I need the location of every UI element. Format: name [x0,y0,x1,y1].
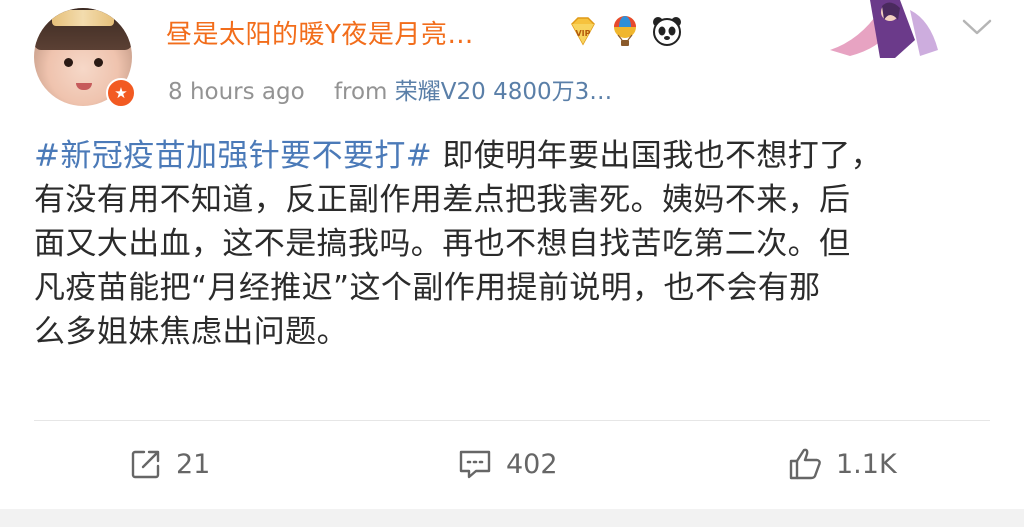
avatar[interactable]: ★ [34,8,136,108]
like-count: 1.1K [836,448,897,480]
chevron-down-icon[interactable] [960,14,994,40]
divider [34,420,990,421]
repost-icon [131,450,160,479]
comment-icon [459,450,491,479]
content-line-5: 么多姐妹焦虑出问题。 [34,314,348,350]
hot-air-balloon-icon[interactable] [608,14,642,48]
thumbs-up-icon [789,448,821,480]
user-badges: VIP [566,14,684,48]
repost-button[interactable]: 21 [128,440,210,488]
action-bar: 21 402 1.1K [0,440,1024,490]
post-source[interactable]: 荣耀V20 4800万3… [395,79,612,105]
content-line-1: 即使明年要出国我也不想打了， [432,138,883,174]
weibo-post: ★ 昼是太阳的暖Y夜是月亮… VIP 8 hours ago from 荣耀V2… [0,0,1024,500]
content-line-2: 有没有用不知道，反正副作用差点把我害死。姨妈不来，后 [34,182,851,218]
from-label: from [333,79,388,105]
star-badge-icon: ★ [106,78,136,108]
topic-hashtag[interactable]: #新冠疫苗加强针要不要打# [34,138,432,174]
comment-button[interactable]: 402 [456,440,558,488]
decorative-card-image [830,0,938,58]
like-button[interactable]: 1.1K [786,440,897,488]
bottom-separator [0,509,1024,527]
post-content: #新冠疫苗加强针要不要打# 即使明年要出国我也不想打了， 有没有用不知道，反正副… [34,134,994,354]
vip-label: VIP [575,29,590,38]
post-time: 8 hours ago [168,79,305,105]
post-meta: 8 hours ago from 荣耀V20 4800万3… [168,72,612,106]
repost-count: 21 [176,448,211,480]
vip-diamond-icon[interactable]: VIP [566,14,600,48]
content-line-3: 面又大出血，这不是搞我吗。再也不想自找苦吃第二次。但 [34,226,851,262]
content-line-4: 凡疫苗能把“月经推迟”这个副作用提前说明，也不会有那 [34,270,821,306]
comment-count: 402 [506,448,558,480]
panda-icon[interactable] [650,14,684,48]
username[interactable]: 昼是太阳的暖Y夜是月亮… [166,14,474,51]
